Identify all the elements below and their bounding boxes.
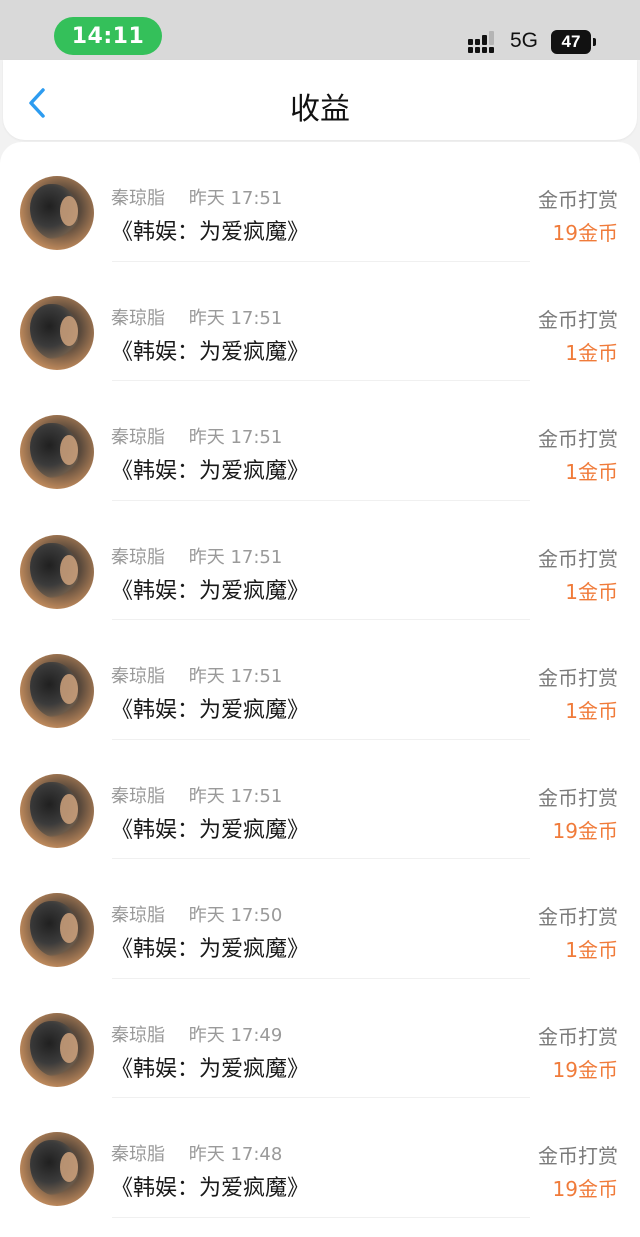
sender-name: 秦琼脂 [111,1144,165,1165]
avatar[interactable] [20,893,94,967]
record-meta: 秦琼脂 昨天 17:51 [111,423,282,449]
list-item[interactable]: 秦琼脂 昨天 17:51 《韩娱：为爱疯魔》 金币打赏 1金币 [0,620,640,740]
record-meta: 秦琼脂 昨天 17:49 [111,1021,282,1047]
reward-amount: 1金币 [565,460,618,484]
record-time: 昨天 17:51 [188,188,283,209]
sender-name: 秦琼脂 [111,427,165,448]
record-time: 昨天 17:49 [188,1024,283,1046]
book-title: 《韩娱：为爱疯魔》 [111,817,310,843]
record-time: 昨天 17:51 [188,427,283,448]
avatar[interactable] [20,773,94,848]
record-time: 昨天 17:48 [188,1144,283,1165]
battery-icon: 47 [551,30,591,54]
book-title: 《韩娱：为爱疯魔》 [111,578,310,604]
nav-bar: 收益 [3,60,637,140]
avatar-face [60,315,78,346]
reward-type: 金币打赏 [538,785,618,810]
sender-name: 秦琼脂 [111,546,165,568]
record-meta: 秦琼脂 昨天 17:51 [111,304,282,330]
signal-icon [468,31,494,53]
reward-type: 金币打赏 [538,307,618,332]
avatar[interactable] [20,654,94,728]
record-meta: 秦琼脂 昨天 17:50 [111,901,282,927]
avatar[interactable] [20,1012,94,1087]
avatar-face [60,674,78,704]
list-item[interactable]: 秦琼脂 昨天 17:51 《韩娱：为爱疯魔》 金币打赏 1金币 [0,262,640,382]
reward-amount: 1金币 [565,579,618,604]
book-title: 《韩娱：为爱疯魔》 [111,220,310,245]
record-time: 昨天 17:51 [188,307,283,329]
page-title: 收益 [290,92,350,127]
record-meta: 秦琼脂 昨天 17:51 [111,184,282,210]
list-item[interactable]: 秦琼脂 昨天 17:51 《韩娱：为爱疯魔》 金币打赏 19金币 [0,142,640,262]
record-time: 昨天 17:51 [188,546,283,568]
record-time: 昨天 17:51 [188,666,283,687]
record-time: 昨天 17:50 [188,905,283,926]
reward-type: 金币打赏 [538,188,618,212]
list-item[interactable]: 秦琼脂 昨天 17:49 《韩娱：为爱疯魔》 金币打赏 19金币 [0,979,640,1099]
sender-name: 秦琼脂 [111,307,165,329]
avatar-face [60,793,78,824]
avatar[interactable] [20,415,94,489]
reward-amount: 1金币 [565,340,618,365]
reward-type: 金币打赏 [538,427,618,451]
book-title: 《韩娱：为爱疯魔》 [111,459,310,484]
book-title: 《韩娱：为爱疯魔》 [111,1056,310,1082]
record-meta: 秦琼脂 昨天 17:51 [111,543,282,569]
book-title: 《韩娱：为爱疯魔》 [111,937,310,962]
status-bar: 14:11 5G 47 [0,0,640,60]
reward-amount: 19金币 [552,818,618,843]
avatar-face [60,913,78,943]
sender-name: 秦琼脂 [111,666,165,687]
status-time: 14:11 [54,17,162,55]
earnings-list: 秦琼脂 昨天 17:51 《韩娱：为爱疯魔》 金币打赏 19金币 秦琼脂 昨天 … [0,142,640,1237]
reward-amount: 19金币 [552,221,618,245]
sender-name: 秦琼脂 [111,905,165,926]
record-meta: 秦琼脂 昨天 17:51 [111,662,282,688]
book-title: 《韩娱：为爱疯魔》 [111,339,310,365]
battery-tip [593,38,596,46]
avatar[interactable] [20,1132,94,1206]
avatar[interactable] [20,295,94,370]
avatar-face [60,1032,78,1063]
reward-amount: 1金币 [565,938,618,962]
list-item[interactable]: 秦琼脂 昨天 17:50 《韩娱：为爱疯魔》 金币打赏 1金币 [0,859,640,979]
network-type: 5G [510,29,539,52]
sender-name: 秦琼脂 [111,785,165,807]
record-meta: 秦琼脂 昨天 17:51 [111,782,282,808]
sender-name: 秦琼脂 [111,188,165,209]
avatar[interactable] [20,534,94,609]
list-item[interactable]: 秦琼脂 昨天 17:48 《韩娱：为爱疯魔》 金币打赏 19金币 [0,1098,640,1218]
list-item[interactable]: 秦琼脂 昨天 17:51 《韩娱：为爱疯魔》 金币打赏 1金币 [0,501,640,621]
list-item[interactable]: 秦琼脂 昨天 17:51 《韩娱：为爱疯魔》 金币打赏 1金币 [0,381,640,501]
avatar[interactable] [20,176,94,250]
avatar-face [60,196,78,226]
reward-amount: 19金币 [552,1177,618,1201]
list-item[interactable]: 秦琼脂 昨天 17:51 《韩娱：为爱疯魔》 金币打赏 19金币 [0,740,640,860]
reward-amount: 1金币 [565,699,618,723]
reward-type: 金币打赏 [538,1024,618,1049]
reward-amount: 19金币 [552,1057,618,1082]
avatar-face [60,554,78,585]
reward-type: 金币打赏 [538,666,618,690]
record-time: 昨天 17:51 [188,785,283,807]
avatar-face [60,435,78,465]
avatar-face [60,1152,78,1182]
sender-name: 秦琼脂 [111,1024,165,1046]
book-title: 《韩娱：为爱疯魔》 [111,1176,310,1201]
reward-type: 金币打赏 [538,1144,618,1168]
reward-type: 金币打赏 [538,905,618,929]
record-meta: 秦琼脂 昨天 17:48 [111,1140,282,1166]
book-title: 《韩娱：为爱疯魔》 [111,698,310,723]
reward-type: 金币打赏 [538,546,618,571]
